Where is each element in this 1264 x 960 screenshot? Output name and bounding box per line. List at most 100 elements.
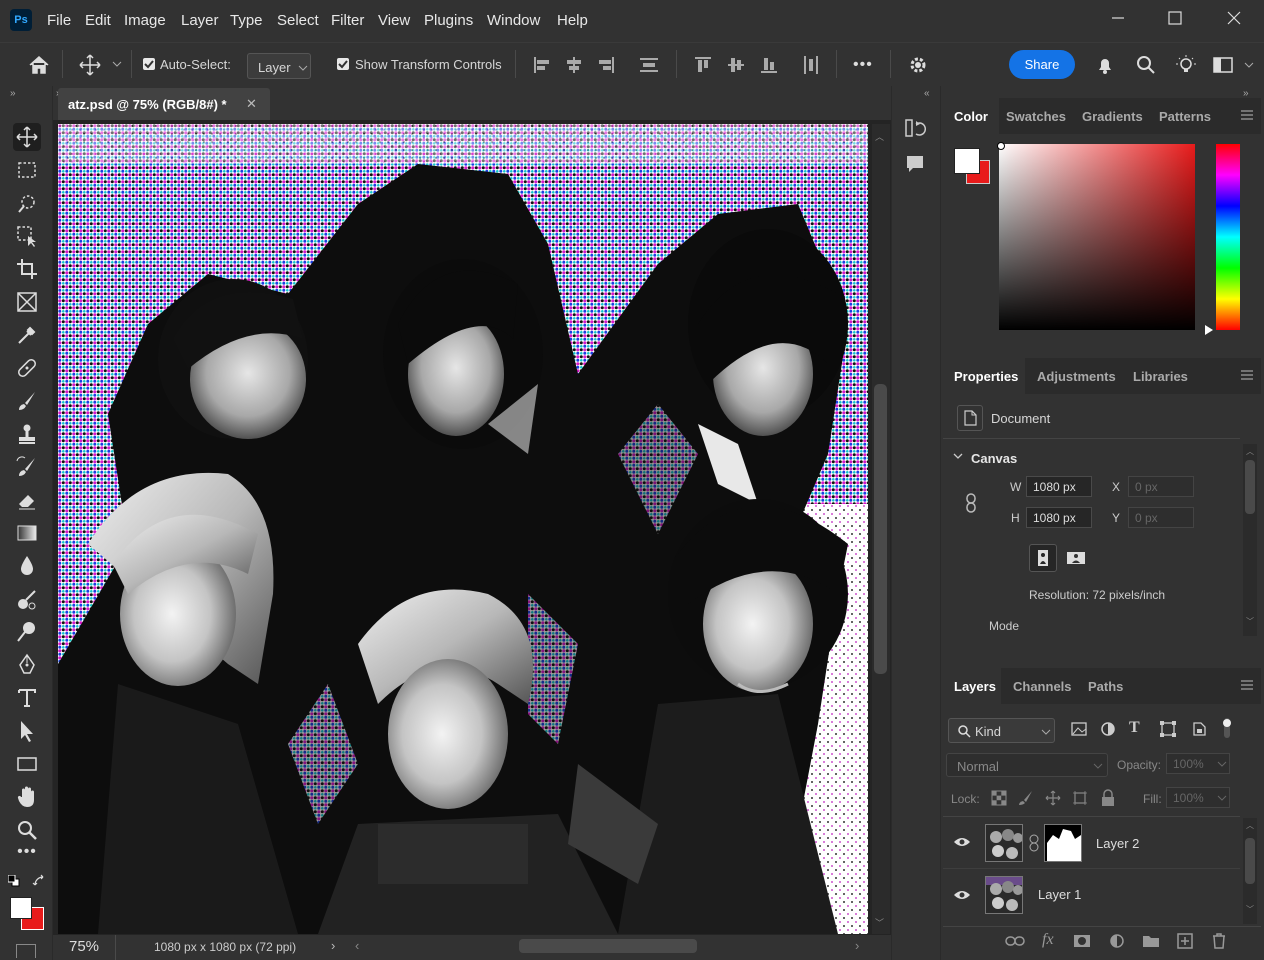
dodge-tool[interactable] xyxy=(13,585,41,613)
edit-toolbar-icon[interactable]: ••• xyxy=(13,843,41,871)
move-tool[interactable] xyxy=(13,123,41,151)
filter-adjustment-icon[interactable] xyxy=(1099,720,1117,738)
gear-icon[interactable] xyxy=(906,53,930,77)
new-group-icon[interactable] xyxy=(1142,933,1160,949)
blur-tool[interactable] xyxy=(13,552,41,580)
new-layer-icon[interactable] xyxy=(1176,932,1194,950)
transform-controls-checkbox[interactable] xyxy=(337,58,349,70)
hue-slider-handle[interactable] xyxy=(1205,325,1213,335)
document-tab[interactable]: atz.psd @ 75% (RGB/8#) * ✕ xyxy=(58,88,270,120)
rectangle-tool[interactable] xyxy=(13,750,41,778)
share-button[interactable]: Share xyxy=(1009,50,1075,79)
tab-gradients[interactable]: Gradients xyxy=(1082,109,1143,124)
lock-transparency-icon[interactable] xyxy=(991,790,1007,806)
workspace-icon[interactable] xyxy=(1211,53,1235,77)
menu-filter[interactable]: Filter xyxy=(331,12,364,29)
vertical-scrollbar[interactable]: ︿ ﹀ xyxy=(872,124,890,934)
tab-layers[interactable]: Layers xyxy=(954,679,996,694)
layers-scrollbar[interactable]: ︿ ﹀ xyxy=(1243,818,1257,924)
lightbulb-icon[interactable] xyxy=(1174,53,1198,77)
foreground-color-swatch[interactable] xyxy=(10,897,32,919)
adjustment-layer-icon[interactable] xyxy=(1108,932,1126,950)
menu-window[interactable]: Window xyxy=(487,12,540,29)
layer-filter-dropdown[interactable]: Kind xyxy=(948,718,1055,743)
layer-mask-thumbnail[interactable] xyxy=(1044,824,1082,862)
vertical-scroll-thumb[interactable] xyxy=(874,384,887,674)
panel-menu-icon[interactable] xyxy=(1241,680,1253,690)
eraser-tool[interactable] xyxy=(13,486,41,514)
scroll-down-icon[interactable]: ﹀ xyxy=(1246,616,1254,627)
zoom-level[interactable]: 75% xyxy=(69,938,99,955)
tab-swatches[interactable]: Swatches xyxy=(1006,109,1066,124)
menu-image[interactable]: Image xyxy=(124,12,166,29)
align-right-icon[interactable] xyxy=(594,53,618,77)
horizontal-scroll-thumb[interactable] xyxy=(519,939,697,953)
healing-brush-tool[interactable] xyxy=(13,354,41,382)
scroll-up-icon[interactable]: ︿ xyxy=(1246,820,1254,831)
tab-color[interactable]: Color xyxy=(954,109,988,124)
align-center-icon[interactable] xyxy=(562,53,586,77)
portrait-orientation-button[interactable] xyxy=(1029,544,1057,572)
auto-select-checkbox[interactable] xyxy=(143,58,155,70)
quick-select-tool[interactable] xyxy=(13,189,41,217)
document-canvas[interactable] xyxy=(58,124,868,934)
menu-type[interactable]: Type xyxy=(230,12,263,29)
blend-mode-dropdown[interactable]: Normal xyxy=(946,753,1108,777)
menu-plugins[interactable]: Plugins xyxy=(424,12,473,29)
scroll-right-icon[interactable]: › xyxy=(855,938,859,953)
menu-edit[interactable]: Edit xyxy=(85,12,111,29)
link-layers-icon[interactable] xyxy=(1005,933,1025,949)
eyedropper-tool[interactable] xyxy=(13,321,41,349)
chevron-down-icon[interactable] xyxy=(1244,61,1254,69)
zoom-tool[interactable] xyxy=(13,816,41,844)
quick-mask-icon[interactable] xyxy=(16,944,36,958)
width-field[interactable]: 1080 px xyxy=(1026,476,1092,497)
pen-tool[interactable] xyxy=(13,651,41,679)
distribute-vertical-icon[interactable] xyxy=(799,53,823,77)
menu-view[interactable]: View xyxy=(378,12,410,29)
mask-link-icon[interactable] xyxy=(1029,834,1039,852)
gradient-tool[interactable] xyxy=(13,519,41,547)
chevron-down-icon[interactable] xyxy=(112,60,122,68)
align-bottom-icon[interactable] xyxy=(757,53,781,77)
path-select-tool[interactable] xyxy=(13,717,41,745)
layer-name[interactable]: Layer 2 xyxy=(1096,836,1139,851)
auto-select-dropdown[interactable]: Layer xyxy=(247,53,311,79)
layers-scroll-thumb[interactable] xyxy=(1245,838,1255,884)
canvas-section-title[interactable]: Canvas xyxy=(971,451,1017,466)
history-panel-icon[interactable] xyxy=(904,117,926,139)
hand-tool[interactable] xyxy=(13,783,41,811)
close-tab-icon[interactable]: ✕ xyxy=(246,96,257,112)
tab-properties[interactable]: Properties xyxy=(954,369,1018,384)
eye-icon[interactable] xyxy=(953,889,971,901)
close-window-button[interactable] xyxy=(1220,6,1248,30)
align-top-icon[interactable] xyxy=(691,53,715,77)
opacity-field[interactable]: 100% xyxy=(1166,753,1230,774)
history-brush-tool[interactable] xyxy=(13,453,41,481)
panel-menu-icon[interactable] xyxy=(1241,110,1253,120)
filter-type-icon[interactable]: T xyxy=(1129,719,1140,737)
lock-artboard-icon[interactable] xyxy=(1072,790,1088,806)
search-icon[interactable] xyxy=(1134,53,1158,77)
frame-tool[interactable] xyxy=(13,288,41,316)
lock-all-icon[interactable] xyxy=(1100,789,1116,807)
swap-colors-icon[interactable] xyxy=(32,874,46,888)
layer-row-layer-1[interactable]: Layer 1 xyxy=(945,869,1240,919)
maximize-button[interactable] xyxy=(1161,6,1189,30)
distribute-icon[interactable] xyxy=(637,53,661,77)
eye-icon[interactable] xyxy=(953,836,971,848)
layer-row-layer-2[interactable]: Layer 2 xyxy=(945,818,1240,868)
filter-pixel-icon[interactable] xyxy=(1070,720,1088,738)
height-field[interactable]: 1080 px xyxy=(1026,507,1092,528)
lock-pixels-icon[interactable] xyxy=(1018,790,1034,806)
chevron-down-icon[interactable] xyxy=(953,452,963,460)
layer-name[interactable]: Layer 1 xyxy=(1038,887,1081,902)
link-icon[interactable] xyxy=(964,493,978,513)
clone-stamp-tool[interactable] xyxy=(13,420,41,448)
bell-icon[interactable] xyxy=(1093,53,1117,77)
tab-paths[interactable]: Paths xyxy=(1088,679,1123,694)
tab-patterns[interactable]: Patterns xyxy=(1159,109,1211,124)
minimize-button[interactable] xyxy=(1104,6,1132,30)
filter-smart-object-icon[interactable] xyxy=(1190,720,1208,738)
brush-tool[interactable] xyxy=(13,387,41,415)
